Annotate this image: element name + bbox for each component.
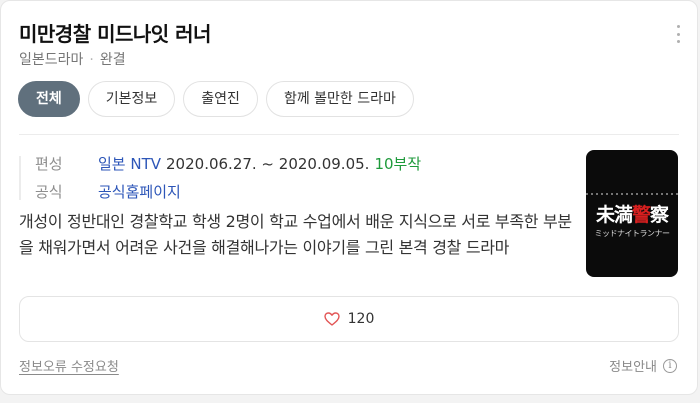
broadcast-period: 2020.06.27. ~ 2020.09.05. — [166, 155, 370, 173]
status-label: 완결 — [99, 52, 126, 68]
like-count: 120 — [347, 311, 375, 327]
meta-separator: · — [89, 52, 94, 68]
episode-count: 10부작 — [374, 155, 422, 173]
section-divider — [19, 134, 679, 135]
official-label: 공식 — [35, 183, 63, 201]
drama-poster[interactable]: 未満警察 ミッドナイトランナー — [586, 150, 678, 277]
drama-info-card: 미만경찰 미드나잇 러너 일본드라마 · 완결 전체 기본정보 출연진 함께 볼만한… — [0, 0, 698, 395]
broadcast-label: 편성 — [35, 155, 63, 173]
official-homepage-link[interactable]: 공식홈페이지 — [98, 183, 181, 201]
more-options-icon[interactable] — [677, 25, 681, 43]
info-guide-button[interactable]: 정보안내 i — [609, 356, 677, 375]
tab-basic-info[interactable]: 기본정보 — [87, 81, 176, 117]
tab-bar: 전체 기본정보 출연진 함께 볼만한 드라마 — [18, 81, 414, 117]
info-guide-label: 정보안내 — [609, 360, 657, 375]
drama-description: 개성이 정반대인 경찰학교 학생 2명이 학교 수업에서 배운 지식으로 서로 … — [19, 212, 572, 257]
tab-recommended-dramas[interactable]: 함께 볼만한 드라마 — [265, 81, 414, 117]
channel-link[interactable]: 일본 NTV — [98, 155, 161, 173]
info-side-bar — [19, 156, 21, 200]
tab-cast[interactable]: 출연진 — [183, 81, 258, 117]
drama-title: 미만경찰 미드나잇 러너 — [19, 22, 211, 46]
poster-decoration — [586, 193, 678, 195]
broadcast-row: 편성 일본 NTV 2020.06.27. ~ 2020.09.05. 10부작 — [35, 153, 421, 174]
info-icon: i — [663, 358, 677, 373]
official-row: 공식 공식홈페이지 — [35, 181, 181, 202]
genre-label: 일본드라마 — [19, 52, 84, 68]
poster-subtitle: ミッドナイトランナー — [594, 229, 671, 238]
drama-meta: 일본드라마 · 완결 — [19, 49, 126, 69]
error-report-link[interactable]: 정보오류 수정요청 — [19, 356, 119, 375]
like-button[interactable]: 120 — [19, 296, 679, 342]
tab-all[interactable]: 전체 — [18, 81, 80, 117]
poster-logo: 未満警察 — [595, 204, 669, 226]
heart-icon — [323, 312, 340, 326]
